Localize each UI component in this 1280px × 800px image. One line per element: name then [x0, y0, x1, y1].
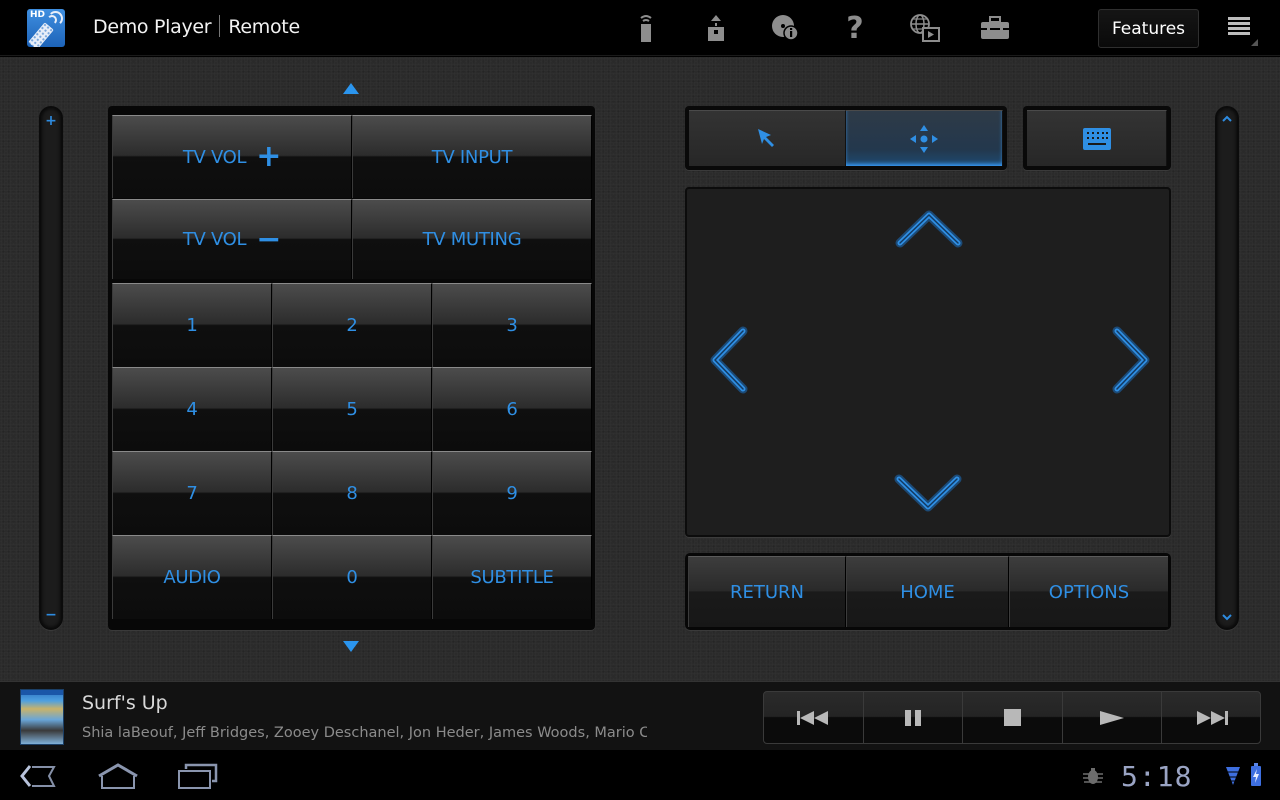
- home-button[interactable]: HOME: [846, 556, 1009, 627]
- wifi-signal-icon: [1226, 767, 1240, 785]
- transport-controls: [763, 691, 1261, 744]
- debug-bug-icon: [1083, 768, 1103, 784]
- overflow-menu-icon[interactable]: [1226, 16, 1258, 46]
- return-button[interactable]: RETURN: [688, 556, 846, 627]
- recent-apps-icon[interactable]: [176, 762, 218, 790]
- pause-icon: [904, 709, 921, 726]
- key-7-button[interactable]: 7: [112, 451, 272, 535]
- dpad-icon: [910, 124, 938, 153]
- key-1-button[interactable]: 1: [112, 283, 272, 367]
- audio-button[interactable]: AUDIO: [112, 535, 272, 619]
- battery-charging-icon: [1251, 763, 1261, 786]
- tv-muting-button[interactable]: TV MUTING: [352, 199, 592, 279]
- options-button[interactable]: OPTIONS: [1009, 556, 1168, 627]
- pointer-mode-button[interactable]: [689, 110, 846, 166]
- now-playing-title: Surf's Up: [82, 692, 168, 714]
- dpad-mode-button[interactable]: [846, 110, 1003, 166]
- triangle-down-icon[interactable]: [343, 641, 359, 652]
- system-bar: 5:18: [0, 750, 1280, 800]
- tv-volume-up-button[interactable]: TV VOL +: [112, 115, 352, 198]
- disc-info-icon[interactable]: [769, 12, 801, 44]
- dpad-up-arrow[interactable]: [894, 207, 964, 249]
- album-cover[interactable]: [20, 689, 64, 745]
- navigation-buttons: RETURN HOME OPTIONS: [685, 553, 1171, 630]
- screen-name: Remote: [228, 16, 300, 38]
- title-divider: [219, 15, 221, 37]
- app-logo-badge: HD: [30, 10, 46, 20]
- dpad-right-arrow[interactable]: [1109, 325, 1153, 395]
- app-name: Demo Player: [93, 16, 212, 38]
- stop-button[interactable]: [963, 692, 1063, 743]
- play-icon: [1100, 710, 1125, 725]
- dpad-down-arrow[interactable]: [893, 473, 963, 515]
- touchpad[interactable]: [685, 187, 1171, 537]
- now-playing-bar: Surf's Up Shia laBeouf, Jeff Bridges, Zo…: [0, 681, 1280, 750]
- key-5-button[interactable]: 5: [272, 367, 432, 451]
- skip-next-icon: [1197, 710, 1229, 725]
- next-button[interactable]: [1162, 692, 1262, 743]
- key-2-button[interactable]: 2: [272, 283, 432, 367]
- home-icon[interactable]: [96, 762, 140, 790]
- back-icon[interactable]: [16, 762, 58, 790]
- volume-slider[interactable]: + −: [39, 106, 63, 630]
- key-0-button[interactable]: 0: [272, 535, 432, 619]
- subtitle-button[interactable]: SUBTITLE: [432, 535, 592, 619]
- remote-panel: + − TV VOL + TV INPUT TV VOL − TV MUTING 1…: [0, 57, 1280, 681]
- key-6-button[interactable]: 6: [432, 367, 592, 451]
- stop-icon: [1003, 709, 1021, 726]
- dpad-left-arrow[interactable]: [707, 325, 751, 395]
- plus-icon: +: [256, 139, 282, 174]
- volume-down-icon[interactable]: −: [41, 608, 61, 622]
- tv-input-button[interactable]: TV INPUT: [352, 115, 592, 198]
- skip-previous-icon: [797, 710, 829, 725]
- cursor-arrow-icon: [758, 128, 774, 147]
- web-video-icon[interactable]: [909, 12, 941, 44]
- app-title: Demo Player Remote: [93, 15, 300, 38]
- action-bar: HD Demo Player Remote ? Features: [0, 0, 1280, 56]
- tv-volume-down-button[interactable]: TV VOL −: [112, 199, 352, 279]
- volume-up-icon[interactable]: +: [41, 114, 61, 128]
- status-clock: 5:18: [1121, 760, 1193, 793]
- play-button[interactable]: [1063, 692, 1163, 743]
- keypad: TV VOL + TV INPUT TV VOL − TV MUTING 1 2 3…: [108, 106, 595, 630]
- key-8-button[interactable]: 8: [272, 451, 432, 535]
- remote-signal-icon[interactable]: [630, 12, 662, 44]
- key-9-button[interactable]: 9: [432, 451, 592, 535]
- previous-button[interactable]: [764, 692, 864, 743]
- pause-button[interactable]: [864, 692, 964, 743]
- key-4-button[interactable]: 4: [112, 367, 272, 451]
- help-icon[interactable]: ?: [839, 11, 871, 46]
- now-playing-cast: Shia laBeouf, Jeff Bridges, Zooey Descha…: [82, 725, 647, 741]
- toolbox-icon[interactable]: [979, 12, 1011, 44]
- features-button[interactable]: Features: [1098, 9, 1199, 48]
- slider-up-icon[interactable]: [1217, 112, 1237, 126]
- slider-down-icon[interactable]: [1217, 610, 1237, 624]
- key-3-button[interactable]: 3: [432, 283, 592, 367]
- keyboard-button[interactable]: [1027, 110, 1167, 166]
- triangle-up-icon[interactable]: [343, 83, 359, 94]
- input-mode-selector: [685, 106, 1007, 170]
- keyboard-icon: [1082, 127, 1111, 150]
- keyboard-group: [1023, 106, 1171, 170]
- minus-icon: −: [256, 221, 282, 257]
- app-logo-icon[interactable]: HD: [27, 9, 65, 47]
- channel-slider[interactable]: [1215, 106, 1239, 630]
- eject-icon[interactable]: [700, 12, 732, 44]
